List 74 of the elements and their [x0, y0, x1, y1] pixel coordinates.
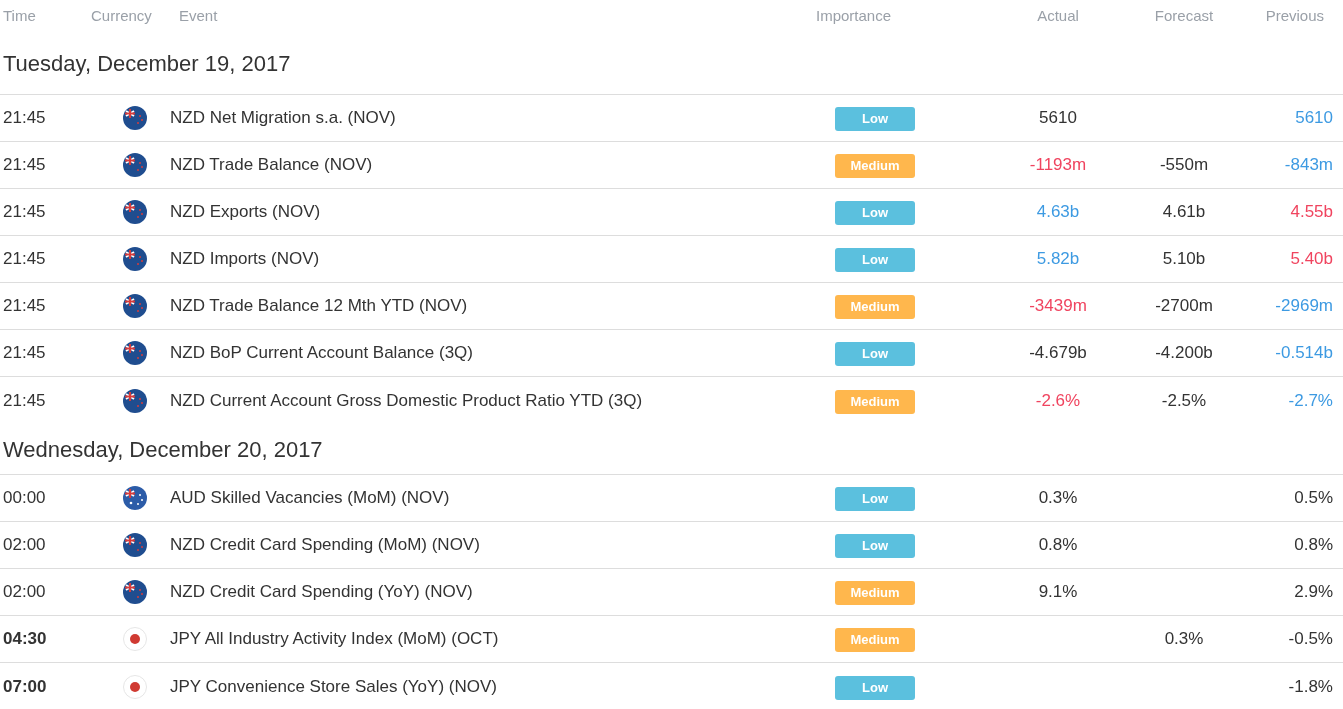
actual-value: -2.6% [1035, 390, 1081, 410]
time-cell-text: 21:45 [2, 201, 47, 224]
event-name: NZD Net Migration s.a. (NOV) [170, 107, 397, 130]
column-header: Previous [1264, 5, 1325, 26]
previous-value: 4.55b [1290, 202, 1333, 222]
actual-value: 0.8% [1038, 535, 1078, 555]
forecast-value: -550m [1159, 155, 1209, 175]
forecast-value: 5.10b [1162, 249, 1206, 269]
importance-badge: Medium [835, 581, 915, 605]
time-cell-text: 21:45 [2, 342, 47, 365]
column-header: Actual [1036, 5, 1080, 26]
day-heading: Tuesday, December 19, 2017 [2, 49, 291, 78]
event-name: JPY All Industry Activity Index (MoM) (OCT) [170, 628, 500, 651]
event-name: NZD Credit Card Spending (MoM) (NOV) [170, 534, 481, 557]
importance-badge: Medium [835, 389, 915, 414]
time-cell-text: 02:00 [2, 534, 47, 557]
event-name: NZD Current Account Gross Domestic Product Ratio YTD (3Q) [170, 389, 644, 412]
previous-value: 0.8% [1294, 535, 1333, 555]
importance-badge: Low [835, 201, 915, 225]
event-name: NZD Credit Card Spending (YoY) (NOV) [170, 581, 474, 604]
importance-badge: Low [835, 107, 915, 131]
forecast-value: -2700m [1155, 296, 1213, 316]
previous-value: 0.5% [1294, 488, 1333, 508]
event-name: NZD Imports (NOV) [170, 248, 321, 271]
previous-value: -2969m [1275, 296, 1333, 316]
actual-value: -3439m [1029, 296, 1087, 316]
importance-badge: Low [835, 487, 915, 511]
event-name: AUD Skilled Vacancies (MoM) (NOV) [170, 487, 451, 510]
event-name: JPY Convenience Store Sales (YoY) (NOV) [170, 675, 498, 698]
column-header: Currency [90, 5, 153, 26]
time-cell-text: 07:00 [2, 675, 48, 698]
forecast-value: 4.61b [1162, 202, 1206, 222]
previous-value: -843m [1284, 155, 1333, 175]
time-cell-text: 00:00 [2, 487, 47, 510]
time-cell-text: 21:45 [2, 248, 47, 271]
importance-badge: Low [835, 342, 915, 366]
event-name: NZD Trade Balance (NOV) [170, 154, 374, 177]
actual-value: 4.63b [1036, 202, 1080, 222]
importance-badge: Low [835, 248, 915, 272]
previous-value: 5.40b [1290, 249, 1333, 269]
actual-value: 5.82b [1036, 249, 1080, 269]
time-cell-text: 21:45 [2, 295, 47, 318]
time-cell-text: 21:45 [2, 154, 47, 177]
column-header: Event [178, 5, 219, 26]
actual-value: 0.3% [1038, 488, 1078, 508]
day-heading: Wednesday, December 20, 2017 [2, 435, 323, 464]
time-cell-text: 21:45 [2, 389, 47, 412]
column-header: Forecast [1153, 5, 1215, 26]
time-cell-text: 02:00 [2, 581, 47, 604]
time-cell-text: 21:45 [2, 107, 47, 130]
column-header: Importance [815, 5, 893, 26]
actual-value: 9.1% [1038, 582, 1078, 602]
column-header: Time [2, 5, 37, 26]
importance-badge: Low [835, 675, 915, 700]
actual-value: -4.679b [1029, 343, 1087, 363]
importance-badge: Low [835, 534, 915, 558]
event-name: NZD Trade Balance 12 Mth YTD (NOV) [170, 295, 469, 318]
forecast-value: -4.200b [1155, 343, 1213, 363]
actual-value: -1193m [1029, 155, 1087, 175]
previous-value: 2.9% [1294, 582, 1333, 602]
actual-value: 5610 [1039, 108, 1077, 128]
forecast-value: -2.5% [1161, 390, 1207, 410]
previous-value: -2.7% [1288, 390, 1333, 410]
previous-value: 5610 [1295, 108, 1333, 128]
event-name: NZD Exports (NOV) [170, 201, 322, 224]
previous-value: -0.514b [1275, 343, 1333, 363]
importance-badge: Medium [835, 154, 915, 178]
importance-badge: Medium [835, 295, 915, 319]
importance-badge: Medium [835, 628, 915, 652]
time-cell-text: 04:30 [2, 628, 48, 651]
previous-value: -0.5% [1288, 629, 1333, 649]
previous-value: -1.8% [1288, 676, 1333, 696]
event-name: NZD BoP Current Account Balance (3Q) [170, 342, 474, 365]
forecast-value: 0.3% [1164, 629, 1204, 649]
